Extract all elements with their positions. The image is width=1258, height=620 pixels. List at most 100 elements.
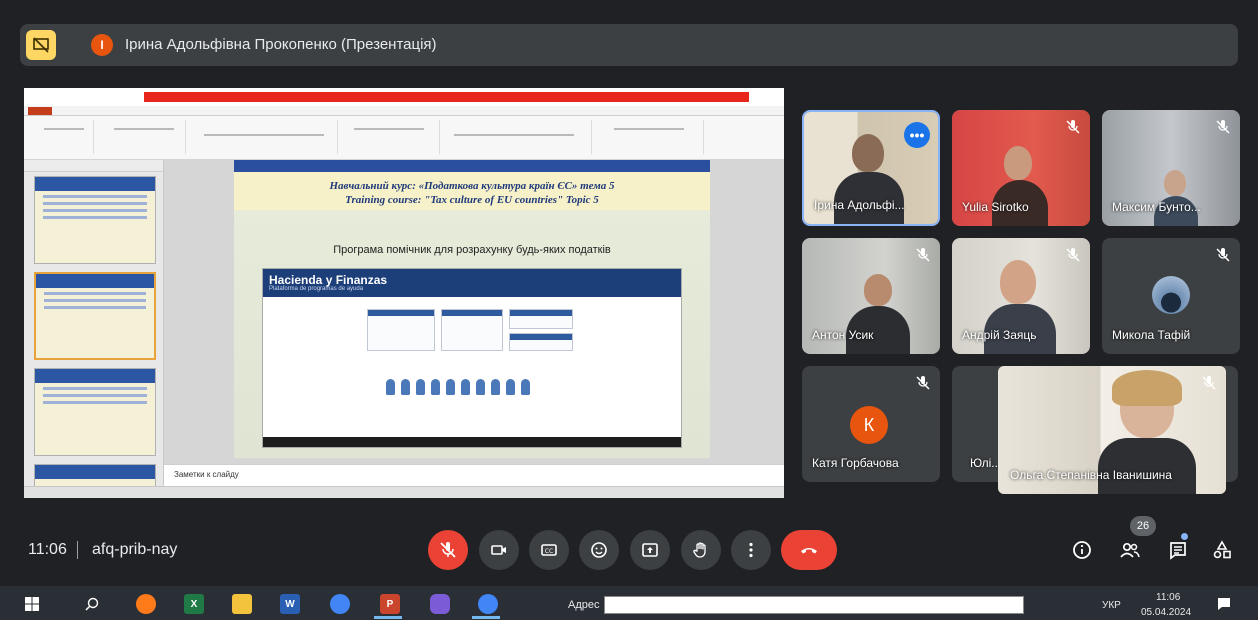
people-button[interactable] (1116, 536, 1144, 564)
chrome-active-icon[interactable] (478, 594, 498, 614)
more-options-button[interactable] (731, 530, 771, 570)
current-slide: Навчальний курс: «Податкова культура кра… (234, 160, 710, 458)
excel-icon[interactable]: X (184, 594, 204, 614)
participant-name: Катя Горбачова (812, 456, 899, 470)
divider (77, 541, 78, 559)
participants-count-badge: 26 (1130, 516, 1156, 536)
mic-off-icon (916, 248, 930, 262)
windows-icon (25, 597, 39, 611)
firefox-icon[interactable] (136, 594, 156, 614)
mic-off-icon (1202, 376, 1216, 390)
search-button[interactable] (82, 594, 102, 614)
meeting-code: afq-prib-nay (92, 541, 178, 558)
presenter-avatar: І (91, 34, 113, 56)
chat-button[interactable] (1164, 536, 1192, 564)
participant-tile[interactable]: Андрій Заяць (952, 238, 1090, 354)
network-people-graphic (383, 371, 563, 407)
present-now-button[interactable] (630, 530, 670, 570)
active-indicator (374, 616, 402, 619)
mic-off-icon (440, 542, 456, 558)
slide-thumbnail[interactable] (34, 176, 156, 264)
search-icon (85, 597, 99, 611)
participant-tile[interactable]: Микола Тафій (1102, 238, 1240, 354)
hang-up-icon (801, 548, 817, 554)
stop-presenting-button[interactable] (26, 30, 56, 60)
slide-notes[interactable]: Заметки к слайду (164, 464, 784, 486)
participant-name: Ірина Адольфі... (814, 198, 905, 212)
raise-hand-icon (693, 542, 706, 558)
ppt-ribbon (24, 116, 784, 160)
clock-date[interactable]: 05.04.2024 (1141, 607, 1191, 618)
mic-off-icon (1216, 248, 1230, 262)
presenter-label: Ірина Адольфівна Прокопенко (Презентація… (125, 36, 437, 53)
notifications-icon (1218, 598, 1230, 610)
meeting-details-button[interactable] (1068, 536, 1096, 564)
captions-button[interactable]: CC (529, 530, 569, 570)
more-options-icon (749, 542, 753, 558)
powerpoint-icon[interactable]: P (380, 594, 400, 614)
reactions-button[interactable] (579, 530, 619, 570)
participant-name: Андрій Заяць (962, 328, 1037, 342)
chat-icon (1170, 542, 1186, 560)
participant-tile[interactable]: ••• Ірина Адольфі... (802, 110, 940, 226)
meeting-time: 11:06 (28, 541, 67, 558)
slide-subtitle: Програма помічник для розрахунку будь-як… (333, 244, 611, 256)
address-input[interactable] (604, 596, 1024, 614)
present-icon (642, 543, 658, 557)
address-label: Адрес (568, 599, 600, 611)
file-explorer-icon[interactable] (232, 594, 252, 614)
participant-tile-pinned[interactable]: Ольга Степанівна Іванишина (998, 366, 1226, 494)
participant-tile[interactable]: К Катя Горбачова (802, 366, 940, 482)
camera-icon (491, 545, 506, 555)
mic-toggle-button[interactable] (428, 530, 468, 570)
activities-icon (1213, 540, 1231, 559)
mic-off-icon (1216, 120, 1230, 134)
raise-hand-button[interactable] (681, 530, 721, 570)
slide-website-screenshot: Hacienda y Finanzas Plataforma de progra… (262, 268, 682, 448)
start-button[interactable] (22, 594, 42, 614)
website-subtitle: Plataforma de programas de ayuda (269, 286, 364, 292)
people-icon (1120, 542, 1140, 558)
participant-tile[interactable]: Yulia Sirotko (952, 110, 1090, 226)
participant-name: Юлі... (970, 456, 1002, 470)
stop-presenting-icon (33, 37, 49, 53)
chrome-icon[interactable] (330, 594, 350, 614)
slide-thumbnail-selected[interactable] (34, 272, 156, 360)
slide-thumbnail[interactable] (34, 368, 156, 456)
shared-screen: Навчальний курс: «Податкова культура кра… (24, 88, 784, 498)
input-language[interactable]: УКР (1102, 600, 1121, 611)
ppt-titlebar (24, 88, 784, 106)
avatar (1152, 276, 1190, 314)
activities-button[interactable] (1208, 536, 1236, 564)
slide-course-title-en: Training course: "Tax culture of EU coun… (345, 194, 599, 206)
captions-icon: CC (541, 544, 557, 556)
camera-toggle-button[interactable] (479, 530, 519, 570)
viber-icon[interactable] (430, 594, 450, 614)
avatar: К (850, 406, 888, 444)
mic-off-icon (916, 376, 930, 390)
participant-name: Ольга Степанівна Іванишина (1010, 468, 1172, 482)
slide-editor: Навчальний курс: «Податкова культура кра… (164, 160, 784, 464)
participant-tile[interactable]: Антон Усик (802, 238, 940, 354)
website-title: Hacienda y Finanzas (269, 273, 388, 287)
participant-name: Максим Бунто... (1112, 200, 1201, 214)
word-icon[interactable]: W (280, 594, 300, 614)
mic-off-icon (1066, 248, 1080, 262)
participant-name: Микола Тафій (1112, 328, 1191, 342)
info-icon (1073, 541, 1091, 559)
participant-name: Антон Усик (812, 328, 874, 342)
ppt-status-bar (24, 486, 784, 498)
ppt-ribbon-tabs (24, 106, 784, 116)
notifications-button[interactable] (1214, 594, 1234, 614)
more-options-icon[interactable]: ••• (904, 122, 930, 148)
slide-course-title-uk: Навчальний курс: «Податкова культура кра… (329, 180, 615, 192)
chat-notification-dot (1181, 533, 1188, 540)
clock-time[interactable]: 11:06 (1156, 592, 1180, 603)
slide-thumbnails (24, 160, 164, 498)
participant-name: Yulia Sirotko (962, 200, 1029, 214)
participant-tile[interactable]: Максим Бунто... (1102, 110, 1240, 226)
slide-notes-placeholder: Заметки к слайду (174, 470, 239, 479)
svg-text:CC: CC (545, 548, 553, 555)
leave-call-button[interactable] (781, 530, 837, 570)
active-indicator (472, 616, 500, 619)
